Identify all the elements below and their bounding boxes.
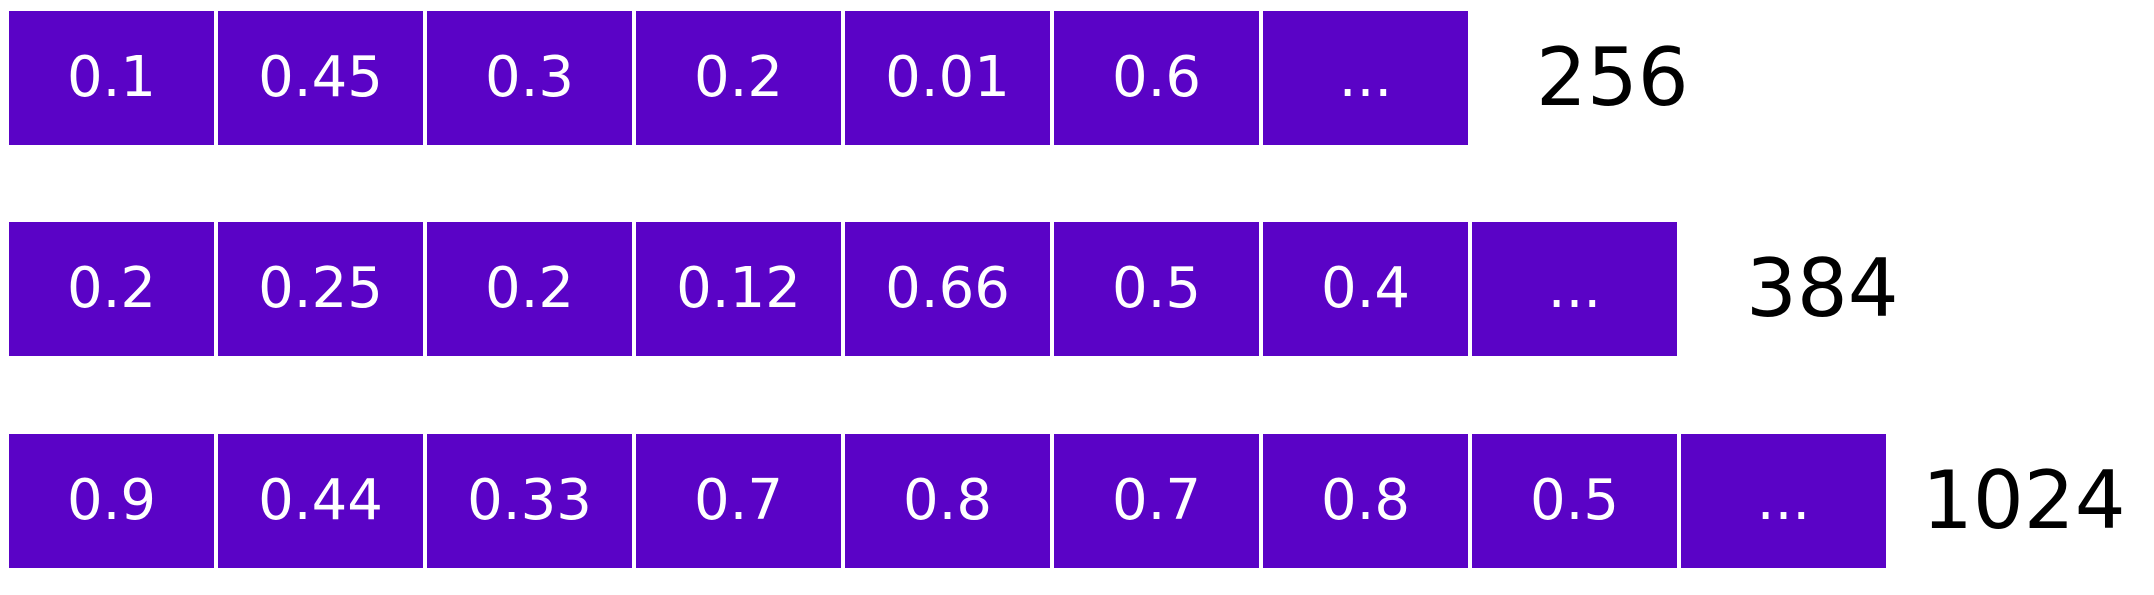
vector-cell: 0.2 (9, 222, 214, 356)
vector-cell: 0.1 (9, 11, 214, 145)
vector-cell: 0.01 (845, 11, 1050, 145)
vector-cell: ... (1472, 222, 1677, 356)
vector-cell: 0.5 (1472, 434, 1677, 568)
vector-cell: 0.5 (1054, 222, 1259, 356)
vector-cell: 0.12 (636, 222, 841, 356)
vector-cell: 0.2 (427, 222, 632, 356)
dimension-label: 384 (1746, 242, 1899, 335)
vector-cell: 0.44 (218, 434, 423, 568)
vector-cell: 0.33 (427, 434, 632, 568)
vector-cell: 0.4 (1263, 222, 1468, 356)
vector-cell: 0.3 (427, 11, 632, 145)
vector-cell: 0.7 (1054, 434, 1259, 568)
vector-cell: 0.6 (1054, 11, 1259, 145)
vector-cell: ... (1263, 11, 1468, 145)
vector-cell: 0.8 (845, 434, 1050, 568)
vector-cell: 0.8 (1263, 434, 1468, 568)
vector-cell: 0.9 (9, 434, 214, 568)
vector-cell: 0.7 (636, 434, 841, 568)
vector-cell: 0.25 (218, 222, 423, 356)
dimension-label: 1024 (1922, 454, 2126, 547)
vector-cell: 0.2 (636, 11, 841, 145)
vector-cell: 0.45 (218, 11, 423, 145)
dimension-label: 256 (1536, 31, 1689, 124)
vector-cell: 0.66 (845, 222, 1050, 356)
vector-cell: ... (1681, 434, 1886, 568)
